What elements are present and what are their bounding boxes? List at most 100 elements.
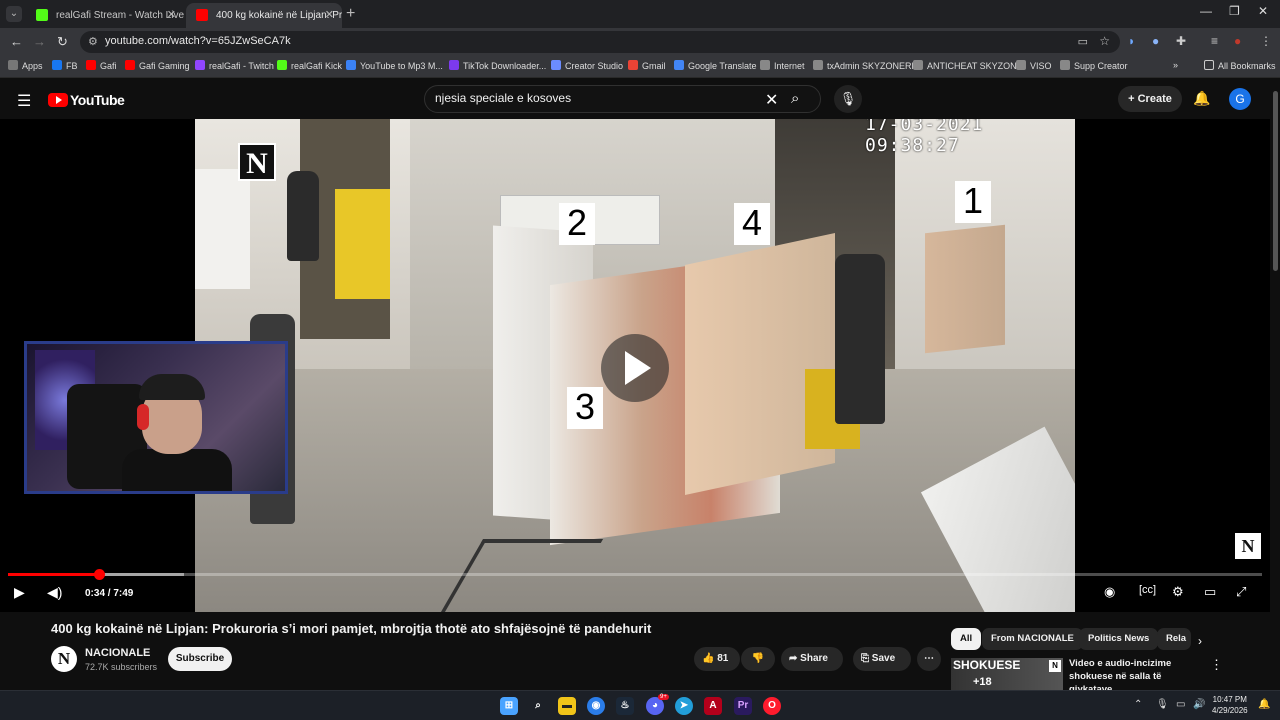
close-window-button[interactable]: ✕ — [1258, 4, 1268, 18]
opera-icon[interactable]: O — [763, 697, 781, 715]
scrollbar-thumb[interactable] — [1273, 91, 1278, 271]
vpn-extension-icon[interactable]: ● — [1152, 34, 1159, 48]
all-bookmarks-folder[interactable]: All Bookmarks — [1204, 60, 1276, 71]
bookmark-viso[interactable]: VISO — [1016, 60, 1052, 71]
bookmark-apps[interactable]: Apps — [8, 60, 43, 71]
hamburger-menu-icon[interactable]: ☰ — [17, 91, 31, 111]
bookmark-kick[interactable]: realGafi Kick — [277, 60, 342, 71]
taskbar-search-icon[interactable]: ⌕ — [529, 697, 547, 715]
menu-kebab-icon[interactable]: ⋮ — [1260, 34, 1272, 48]
new-tab-button[interactable]: + — [346, 5, 355, 23]
bookmark-google-translate[interactable]: Google Translate — [674, 60, 757, 71]
bookmark-supp-creator[interactable]: Supp Creator — [1060, 60, 1128, 71]
captions-icon[interactable]: [cc] — [1139, 584, 1156, 596]
extensions-puzzle-icon[interactable]: ✚ — [1176, 34, 1186, 48]
subscribe-button[interactable]: Subscribe — [168, 647, 232, 671]
profile-icon[interactable]: ● — [1234, 34, 1241, 48]
facebook-icon — [52, 60, 62, 70]
file-explorer-icon[interactable]: ▬ — [558, 697, 576, 715]
minimize-button[interactable]: — — [1200, 4, 1212, 18]
bookmark-tiktok[interactable]: TikTok Downloader... — [449, 60, 546, 71]
more-actions-icon[interactable]: ⋯ — [917, 647, 941, 671]
chips-next-chevron-icon[interactable]: › — [1198, 634, 1202, 648]
channel-watermark-logo[interactable]: N — [1235, 533, 1261, 559]
bookmark-star-icon[interactable]: ☆ — [1099, 34, 1110, 48]
youtube-logo[interactable]: YouTube — [48, 92, 125, 110]
autoplay-toggle-icon[interactable]: ◉ — [1104, 584, 1115, 600]
site-info-icon[interactable]: ⚙ — [88, 35, 98, 48]
settings-gear-icon[interactable]: ⚙ — [1172, 584, 1184, 600]
bookmark-yt-mp3[interactable]: YouTube to Mp3 M... — [346, 60, 443, 71]
chip-from-nacionale[interactable]: From NACIONALE — [982, 628, 1083, 650]
close-tab-icon[interactable]: ✕ — [167, 3, 176, 28]
related-more-kebab-icon[interactable]: ⋮ — [1210, 657, 1223, 673]
chip-related[interactable]: Rela — [1157, 628, 1191, 650]
voice-search-mic-icon[interactable]: 🎙 — [834, 85, 862, 113]
tray-network-icon[interactable]: ▭ — [1176, 699, 1185, 710]
like-button[interactable]: 👍 81 — [694, 647, 740, 671]
cast-icon[interactable]: ▭ — [1078, 35, 1088, 48]
channel-name[interactable]: NACIONALE — [85, 647, 150, 659]
tray-chevron-icon[interactable]: ⌃ — [1134, 699, 1142, 710]
create-button[interactable]: + Create — [1118, 86, 1182, 112]
bookmark-twitch[interactable]: realGafi - Twitch — [195, 60, 274, 71]
dislike-button[interactable]: 👎 — [741, 647, 775, 671]
video-progress-bar[interactable] — [8, 569, 1262, 580]
tray-mic-icon[interactable]: 🎙 — [1156, 699, 1169, 710]
reload-button[interactable]: ↻ — [57, 34, 68, 50]
video-player[interactable]: 17-03-2021 09:38:27 1 2 3 4 N N ▶ ◀) 0:3… — [0, 119, 1270, 612]
extension-icon[interactable]: ◗ — [1128, 34, 1135, 48]
subscriber-count: 72.7K subscribers — [85, 662, 158, 672]
taskbar-clock[interactable]: 10:47 PM 4/29/2026 — [1212, 694, 1248, 716]
maximize-button[interactable]: ❐ — [1229, 4, 1240, 18]
more-bookmarks-chevron-icon[interactable]: » — [1173, 60, 1178, 70]
channel-avatar[interactable]: N — [51, 646, 77, 672]
share-button[interactable]: ➦ Share — [781, 647, 843, 671]
premiere-pro-icon[interactable]: Pr — [734, 697, 752, 715]
theater-mode-icon[interactable]: ▭ — [1204, 584, 1216, 600]
play-icon[interactable]: ▶ — [14, 584, 25, 601]
chrome-icon[interactable]: ◉ — [587, 697, 605, 715]
volume-icon[interactable]: ◀) — [47, 584, 62, 601]
bookmark-gmail[interactable]: Gmail — [628, 60, 666, 71]
bookmark-internet[interactable]: Internet — [760, 60, 805, 71]
telegram-icon[interactable]: ➤ — [675, 697, 693, 715]
tab-search-icon[interactable]: ⌄ — [6, 6, 22, 22]
tab-youtube-video[interactable]: 400 kg kokainë në Lipjan: Proku ✕ — [186, 3, 342, 28]
address-bar[interactable]: ⚙ youtube.com/watch?v=65JZwSeCA7k ▭ ☆ — [80, 31, 1120, 53]
notification-bell-icon[interactable]: 🔔 — [1258, 699, 1270, 710]
search-icon[interactable]: ⌕ — [791, 90, 799, 107]
close-tab-icon[interactable]: ✕ — [325, 3, 334, 28]
folder-icon — [1204, 60, 1214, 70]
back-button[interactable]: ← — [10, 34, 23, 49]
related-video-thumbnail[interactable]: SHOKUESE +18 N — [951, 658, 1063, 694]
tab-realgafi-stream[interactable]: realGafi Stream - Watch Live on ✕ — [26, 3, 184, 28]
windows-start-icon[interactable]: ⊞ — [500, 697, 518, 715]
big-play-icon[interactable] — [601, 334, 669, 402]
kick-icon — [277, 60, 287, 70]
chip-politics-news[interactable]: Politics News — [1079, 628, 1159, 650]
bookmark-txadmin[interactable]: txAdmin SKYZONERP — [813, 60, 918, 71]
save-button[interactable]: ⎘ Save — [853, 647, 911, 671]
clear-search-icon[interactable]: ✕ — [765, 90, 778, 110]
account-avatar[interactable]: G — [1229, 88, 1251, 110]
chip-all[interactable]: All — [951, 628, 982, 650]
fullscreen-icon[interactable]: ⤢ — [1236, 584, 1246, 600]
bookmark-gafi[interactable]: Gafi — [86, 60, 117, 71]
translate-icon — [674, 60, 684, 70]
time-display: 0:34 / 7:49 — [75, 585, 144, 603]
thumbs-up-icon: 👍 — [702, 653, 715, 664]
bookmark-fb[interactable]: FB — [52, 60, 78, 71]
progress-scrubber-handle[interactable] — [93, 569, 105, 580]
forward-button[interactable]: → — [33, 34, 46, 49]
notifications-bell-icon[interactable]: 🔔 — [1193, 90, 1210, 107]
steam-icon[interactable]: ♨ — [616, 697, 634, 715]
tray-volume-icon[interactable]: 🔊 — [1193, 699, 1205, 710]
reading-list-icon[interactable]: ≡ — [1211, 34, 1218, 48]
adobe-acrobat-icon[interactable]: A — [704, 697, 722, 715]
search-input[interactable] — [435, 91, 755, 105]
bookmark-anticheat[interactable]: ANTICHEAT SKYZONE — [913, 60, 1023, 71]
bookmark-creator-studio[interactable]: Creator Studio — [551, 60, 623, 71]
page-scrollbar[interactable] — [1270, 79, 1280, 694]
bookmark-gafi-gaming[interactable]: Gafi Gaming — [125, 60, 190, 71]
